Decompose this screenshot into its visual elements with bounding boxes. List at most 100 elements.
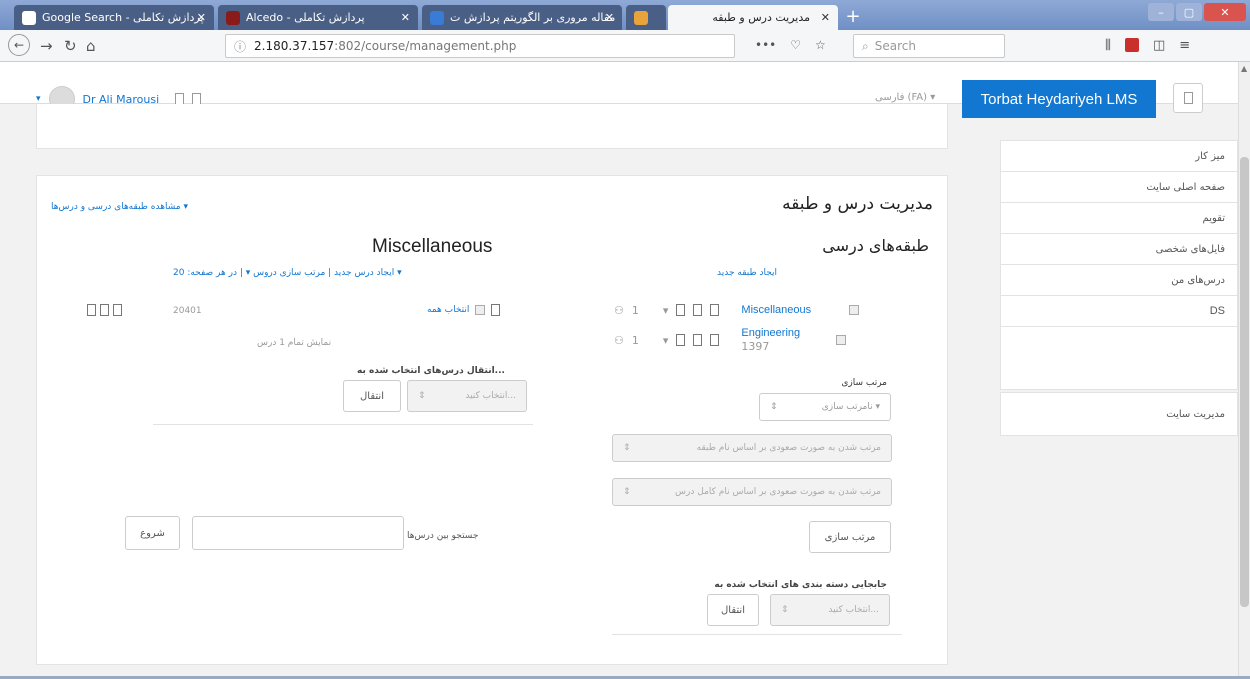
select-all-label[interactable]: انتخاب همه <box>427 305 469 315</box>
new-tab-button[interactable]: + <box>842 8 864 28</box>
menu-icon[interactable]: ≡ <box>1179 38 1190 53</box>
window-controls: – ▢ ✕ <box>1148 3 1246 21</box>
nav-item-calendar[interactable]: تقویم <box>1001 203 1237 234</box>
select-all-checkbox[interactable] <box>475 305 486 315</box>
navigation-block: میز کار صفحه اصلی سایت تقویم فایل‌های شخ… <box>1000 140 1238 390</box>
tab-article[interactable]: مقاله مروری بر الگوریتم پردازش ت ✕ <box>422 5 622 30</box>
view-mode-link[interactable]: مشاهده طبقه‌های درسی و درس‌ها ▾ <box>51 202 188 212</box>
site-brand[interactable]: Torbat Heydariyeh LMS <box>962 80 1156 118</box>
forward-icon[interactable]: → <box>40 37 53 55</box>
close-icon[interactable]: ✕ <box>821 11 830 24</box>
admin-block: مدیریت سایت <box>1000 392 1238 436</box>
category-row-miscellaneous[interactable]: ⚇ 1 ▾ Miscellaneous <box>612 300 912 320</box>
select-all-row[interactable]: انتخاب همه <box>427 304 501 316</box>
course-search-button[interactable]: شروع <box>125 516 180 550</box>
tab-google-search[interactable]: Google Search - پردازش تکاملی ✕ <box>14 5 214 30</box>
move-select-value: انتخاب کنید... <box>465 391 516 401</box>
nav-item-home[interactable]: صفحه اصلی سایت <box>1001 172 1237 203</box>
move-courses-button[interactable]: انتقال <box>343 380 401 412</box>
search-placeholder: Search <box>874 39 916 53</box>
move-categories-select[interactable]: ⇕ انتخاب کنید... <box>770 594 890 626</box>
sort-select[interactable]: ⇕ نامرتب سازی ▾ <box>759 393 891 421</box>
nav-item-dashboard[interactable]: میز کار <box>1001 141 1237 172</box>
bookmark-star-icon[interactable]: ☆ <box>815 38 826 52</box>
minimize-icon[interactable]: – <box>1148 3 1174 21</box>
tab-label: Google Search - پردازش تکاملی <box>42 11 204 24</box>
close-icon[interactable]: ✕ <box>605 11 614 24</box>
category-name[interactable]: Miscellaneous <box>741 304 811 316</box>
search-input[interactable]: ⌕ Search <box>853 34 1005 58</box>
visibility-icon[interactable] <box>710 334 720 346</box>
actions-menu-icon[interactable]: ▾ <box>663 334 669 347</box>
move-categories-button[interactable]: انتقال <box>707 594 759 626</box>
nav-item-site-admin[interactable]: مدیریت سایت <box>1001 393 1237 437</box>
courses-heading: Miscellaneous <box>372 236 493 257</box>
courses-count-text: نمایش تمام 1 درس <box>257 338 332 348</box>
category-checkbox[interactable] <box>849 305 860 315</box>
nav-drawer-toggle[interactable] <box>1173 83 1203 113</box>
reload-icon[interactable]: ↻ <box>64 37 77 55</box>
move-up-icon[interactable] <box>676 334 686 346</box>
visibility-icon[interactable] <box>710 304 720 316</box>
main-content: مدیریت درس و طبقه مشاهده طبقه‌های درسی و… <box>36 175 948 665</box>
delete-icon[interactable] <box>100 304 109 316</box>
visibility-icon[interactable] <box>113 304 122 316</box>
sort-button[interactable]: مرتب سازی <box>809 521 891 553</box>
url-bar[interactable]: ⓘ 2.180.37.157 :802/course/management.ph… <box>225 34 735 58</box>
sort-option-category-name[interactable]: ⇕ مرتب شدن به صورت صعودی بر اساس نام طبقه <box>612 434 892 462</box>
move-courses-select[interactable]: ⇕ انتخاب کنید... <box>407 380 527 412</box>
move-down-icon[interactable] <box>693 334 703 346</box>
category-label: Engineering 1397 <box>741 327 800 353</box>
tab-label: مدیریت درس و طبقه <box>712 11 810 24</box>
pocket-icon[interactable] <box>1124 38 1139 52</box>
select-arrow-icon: ⇕ <box>418 391 426 401</box>
category-row-engineering[interactable]: ⚇ 1 ▾ Engineering 1397 <box>612 326 912 354</box>
maximize-icon[interactable]: ▢ <box>1176 3 1202 21</box>
pocket-save-icon[interactable]: ♡ <box>790 38 801 52</box>
home-icon[interactable]: ⌂ <box>86 37 96 55</box>
back-icon[interactable]: ← <box>8 34 30 56</box>
actions-menu-icon[interactable]: ▾ <box>663 304 669 317</box>
select-arrow-icon: ⇕ <box>623 443 631 453</box>
course-count-icon: ⚇ <box>614 333 624 347</box>
move-down-icon[interactable] <box>693 304 703 316</box>
url-path: :802/course/management.php <box>334 39 517 53</box>
close-icon[interactable]: ✕ <box>197 11 206 24</box>
tab-label: Alcedo - پردازش تکاملی <box>246 11 365 24</box>
category-checkbox[interactable] <box>836 335 847 345</box>
course-actions <box>87 304 122 316</box>
nav-item-my-courses[interactable]: درس‌های من <box>1001 265 1237 296</box>
category-course-count: 1 <box>631 303 639 317</box>
sort-option-label: مرتب شدن به صورت صعودی بر اساس نام طبقه <box>696 443 881 453</box>
sidebar-icon[interactable]: ◫ <box>1153 38 1165 53</box>
browser-navbar: ← → ↻ ⌂ ⓘ 2.180.37.157 :802/course/manag… <box>0 30 1250 62</box>
create-category-link[interactable]: ایجاد طبقه جدید <box>717 268 777 278</box>
url-host: 2.180.37.157 <box>254 39 335 53</box>
course-icon <box>491 304 501 316</box>
language-menu[interactable]: فارسی (FA) ▾ <box>875 92 935 103</box>
library-icon[interactable]: ⫼ <box>1105 38 1111 53</box>
tab-course-management[interactable]: مدیریت درس و طبقه ✕ <box>668 5 838 30</box>
tab-alcedo[interactable]: Alcedo - پردازش تکاملی ✕ <box>218 5 418 30</box>
nav-item-private-files[interactable]: فایل‌های شخصی <box>1001 234 1237 265</box>
move-up-icon[interactable] <box>676 304 686 316</box>
scroll-up-icon[interactable]: ▲ <box>1241 64 1247 73</box>
page-scrollbar[interactable]: ▲ <box>1238 62 1250 679</box>
info-icon[interactable]: ⓘ <box>234 38 246 55</box>
course-links[interactable]: ایجاد درس جدید | مرتب سازی دروس ▾ | در ه… <box>173 268 402 278</box>
category-name[interactable]: Engineering <box>741 327 800 340</box>
edit-icon[interactable] <box>87 304 96 316</box>
document-icon <box>430 10 444 25</box>
categories-heading: طبقه‌های درسی <box>822 236 929 255</box>
window-close-icon[interactable]: ✕ <box>1204 3 1246 21</box>
sort-option-course-name[interactable]: ⇕ مرتب شدن به صورت صعودی بر اساس نام کامل… <box>612 478 892 506</box>
browser-tab-bar: Google Search - پردازش تکاملی ✕ Alcedo -… <box>0 0 1250 30</box>
nav-item-ds[interactable]: DS <box>1001 296 1237 327</box>
url-actions: ••• ♡ ☆ <box>755 38 826 52</box>
tab-pinned[interactable] <box>626 5 666 30</box>
course-search-input[interactable] <box>192 516 404 550</box>
category-course-count: 1 <box>631 333 639 347</box>
close-icon[interactable]: ✕ <box>401 11 410 24</box>
scroll-thumb[interactable] <box>1240 157 1249 607</box>
page-actions-icon[interactable]: ••• <box>755 38 776 52</box>
